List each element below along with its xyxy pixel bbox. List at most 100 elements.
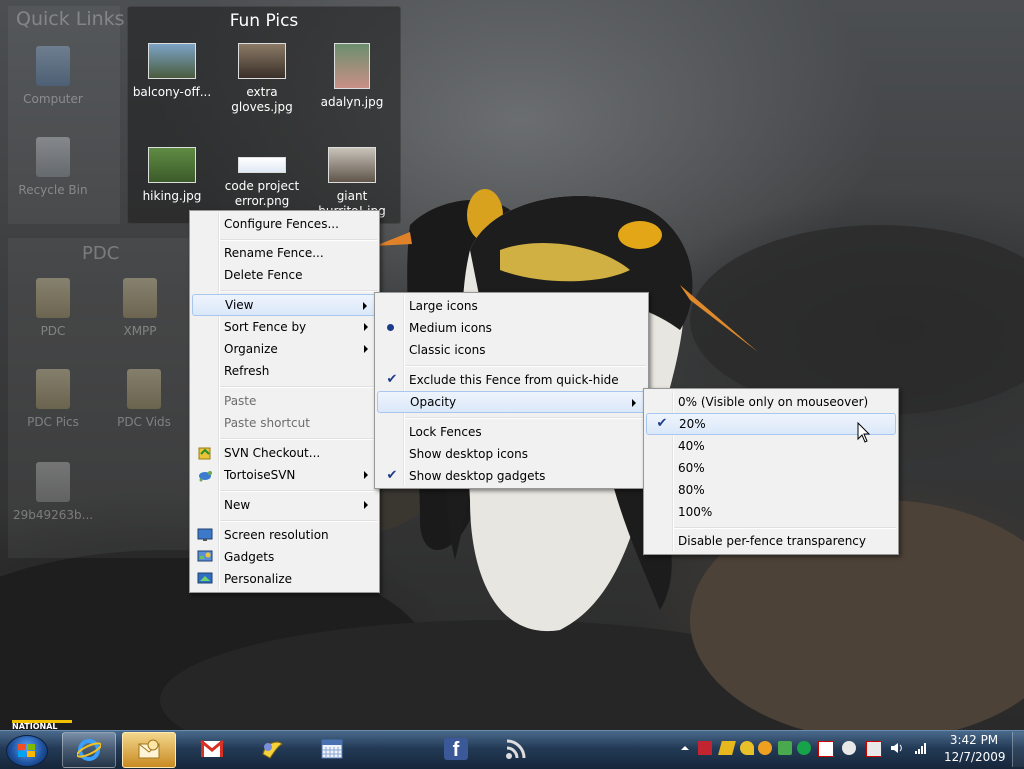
thumb-hiking[interactable]: hiking.jpg xyxy=(130,147,214,204)
computer-icon xyxy=(36,46,70,86)
submenu-arrow-icon xyxy=(364,345,368,353)
menu-item-view[interactable]: View xyxy=(192,294,377,316)
menu-item-medium-icons[interactable]: Medium icons xyxy=(377,317,646,339)
menu-item-lock-fences[interactable]: Lock Fences xyxy=(377,421,646,443)
menu-item-show-desktop-icons[interactable]: Show desktop icons xyxy=(377,443,646,465)
menu-item-tortoisesvn[interactable]: TortoiseSVN xyxy=(192,464,377,486)
thumb-label: extra gloves.jpg xyxy=(231,85,293,114)
menu-item-opacity-60[interactable]: 60% xyxy=(646,457,896,479)
thumb-giant-burrito[interactable]: giant burrito!.jpg xyxy=(310,147,394,219)
menu-item-sort-fence-by[interactable]: Sort Fence by xyxy=(192,316,377,338)
taskbar-facebook[interactable]: f xyxy=(430,732,482,766)
menu-item-refresh[interactable]: Refresh xyxy=(192,360,377,382)
taskbar-internet-explorer[interactable] xyxy=(62,732,116,768)
tray-clipboard-icon[interactable] xyxy=(797,741,811,755)
folder-icon xyxy=(127,369,161,409)
menu-item-gadgets[interactable]: Gadgets xyxy=(192,546,377,568)
network-signal-icon[interactable] xyxy=(914,741,928,755)
menu-item-exclude-quick-hide[interactable]: ✔ Exclude this Fence from quick-hide xyxy=(377,369,646,391)
image-thumbnail xyxy=(148,43,196,79)
taskbar-gmail[interactable] xyxy=(186,732,238,766)
start-button[interactable] xyxy=(6,735,48,767)
volume-icon[interactable] xyxy=(890,741,904,755)
menu-item-organize[interactable]: Organize xyxy=(192,338,377,360)
show-hidden-icons-icon[interactable] xyxy=(678,741,692,755)
thumb-label: adalyn.jpg xyxy=(320,95,384,109)
desktop-context-menu: Configure Fences... Rename Fence... Dele… xyxy=(189,210,380,593)
file-icon xyxy=(36,462,70,502)
svn-checkout-icon xyxy=(198,447,211,460)
rss-icon xyxy=(506,739,526,759)
desktop-icon-computer[interactable]: Computer xyxy=(13,46,93,107)
menu-separator xyxy=(220,490,377,492)
tray-app-icon[interactable] xyxy=(698,741,712,755)
radio-bullet-icon xyxy=(387,324,394,331)
menu-separator xyxy=(220,290,377,292)
tray-aim-icon[interactable] xyxy=(740,741,754,755)
menu-item-opacity[interactable]: Opacity xyxy=(377,391,646,413)
folder-icon xyxy=(36,278,70,318)
thumb-extra-gloves[interactable]: extra gloves.jpg xyxy=(220,43,304,115)
menu-item-new[interactable]: New xyxy=(192,494,377,516)
fun-pics-title: Fun Pics xyxy=(229,11,299,31)
menu-separator xyxy=(405,417,646,419)
image-thumbnail xyxy=(328,147,376,183)
tray-msn-icon[interactable] xyxy=(758,741,772,755)
menu-item-opacity-0[interactable]: 0% (Visible only on mouseover) xyxy=(646,391,896,413)
menu-item-delete-fence[interactable]: Delete Fence xyxy=(192,264,377,286)
menu-item-opacity-80[interactable]: 80% xyxy=(646,479,896,501)
menu-item-configure-fences[interactable]: Configure Fences... xyxy=(192,213,377,235)
taskbar-outlook[interactable] xyxy=(122,732,176,768)
folder-icon xyxy=(123,278,157,318)
menu-item-classic-icons[interactable]: Classic icons xyxy=(377,339,646,361)
menu-separator xyxy=(405,365,646,367)
pdc-fence-title: PDC xyxy=(82,243,120,264)
taskbar-rss[interactable] xyxy=(490,732,542,766)
menu-separator xyxy=(674,527,896,529)
desktop-icon-xmpp[interactable]: XMPP xyxy=(100,278,180,339)
desktop-icon-pdc[interactable]: PDC xyxy=(13,278,93,339)
menu-item-screen-resolution[interactable]: Screen resolution xyxy=(192,524,377,546)
tray-chat-icon[interactable] xyxy=(842,741,856,755)
desktop-icon-pdc-pics[interactable]: PDC Pics xyxy=(13,369,93,430)
personalize-icon xyxy=(197,572,213,584)
show-desktop-button[interactable] xyxy=(1012,732,1024,767)
menu-item-disable-per-fence-transparency[interactable]: Disable per-fence transparency xyxy=(646,530,896,552)
taskbar-clock[interactable]: 3:42 PM 12/7/2009 xyxy=(944,732,1006,766)
menu-separator xyxy=(220,239,377,241)
fun-pics-fence[interactable]: Fun Pics balcony-off... extra gloves.jpg… xyxy=(127,6,401,224)
tray-security-icon[interactable] xyxy=(778,741,792,755)
opacity-submenu: 0% (Visible only on mouseover) ✔ 20% 40% … xyxy=(643,388,899,555)
image-thumbnail xyxy=(238,157,286,173)
desktop-icon-recycle-bin[interactable]: Recycle Bin xyxy=(13,137,93,198)
thumb-code-project[interactable]: code project error.png xyxy=(220,157,304,209)
menu-item-rename-fence[interactable]: Rename Fence... xyxy=(192,242,377,264)
image-thumbnail xyxy=(148,147,196,183)
windows-logo-icon xyxy=(18,744,35,757)
clock-date: 12/7/2009 xyxy=(944,750,1006,764)
desktop-icon-pdc-vids[interactable]: PDC Vids xyxy=(104,369,184,430)
menu-item-personalize[interactable]: Personalize xyxy=(192,568,377,590)
menu-item-opacity-100[interactable]: 100% xyxy=(646,501,896,523)
thumb-adalyn[interactable]: adalyn.jpg xyxy=(310,43,394,110)
tray-mail-icon[interactable] xyxy=(818,741,834,757)
desktop-icon-file[interactable]: 29b49263b... xyxy=(13,462,93,523)
submenu-arrow-icon xyxy=(364,471,368,479)
tray-power-icon[interactable] xyxy=(866,741,882,757)
menu-separator xyxy=(220,386,377,388)
menu-item-svn-checkout[interactable]: SVN Checkout... xyxy=(192,442,377,464)
gadgets-icon xyxy=(197,550,213,562)
image-thumbnail xyxy=(334,43,370,89)
thumb-balcony[interactable]: balcony-off... xyxy=(130,43,214,100)
taskbar-calendar[interactable] xyxy=(306,732,358,766)
thumb-label: balcony-off... xyxy=(132,85,212,99)
menu-item-show-desktop-gadgets[interactable]: ✔ Show desktop gadgets xyxy=(377,465,646,487)
submenu-arrow-icon xyxy=(632,399,636,407)
desktop-icon-label: PDC xyxy=(40,324,66,338)
thumb-label: code project error.png xyxy=(224,179,300,208)
facebook-icon: f xyxy=(444,738,468,761)
taskbar-pidgin[interactable] xyxy=(246,732,298,766)
menu-item-large-icons[interactable]: Large icons xyxy=(377,295,646,317)
desktop-icon-label: 29b49263b... xyxy=(13,508,94,522)
monitor-icon xyxy=(197,528,213,541)
